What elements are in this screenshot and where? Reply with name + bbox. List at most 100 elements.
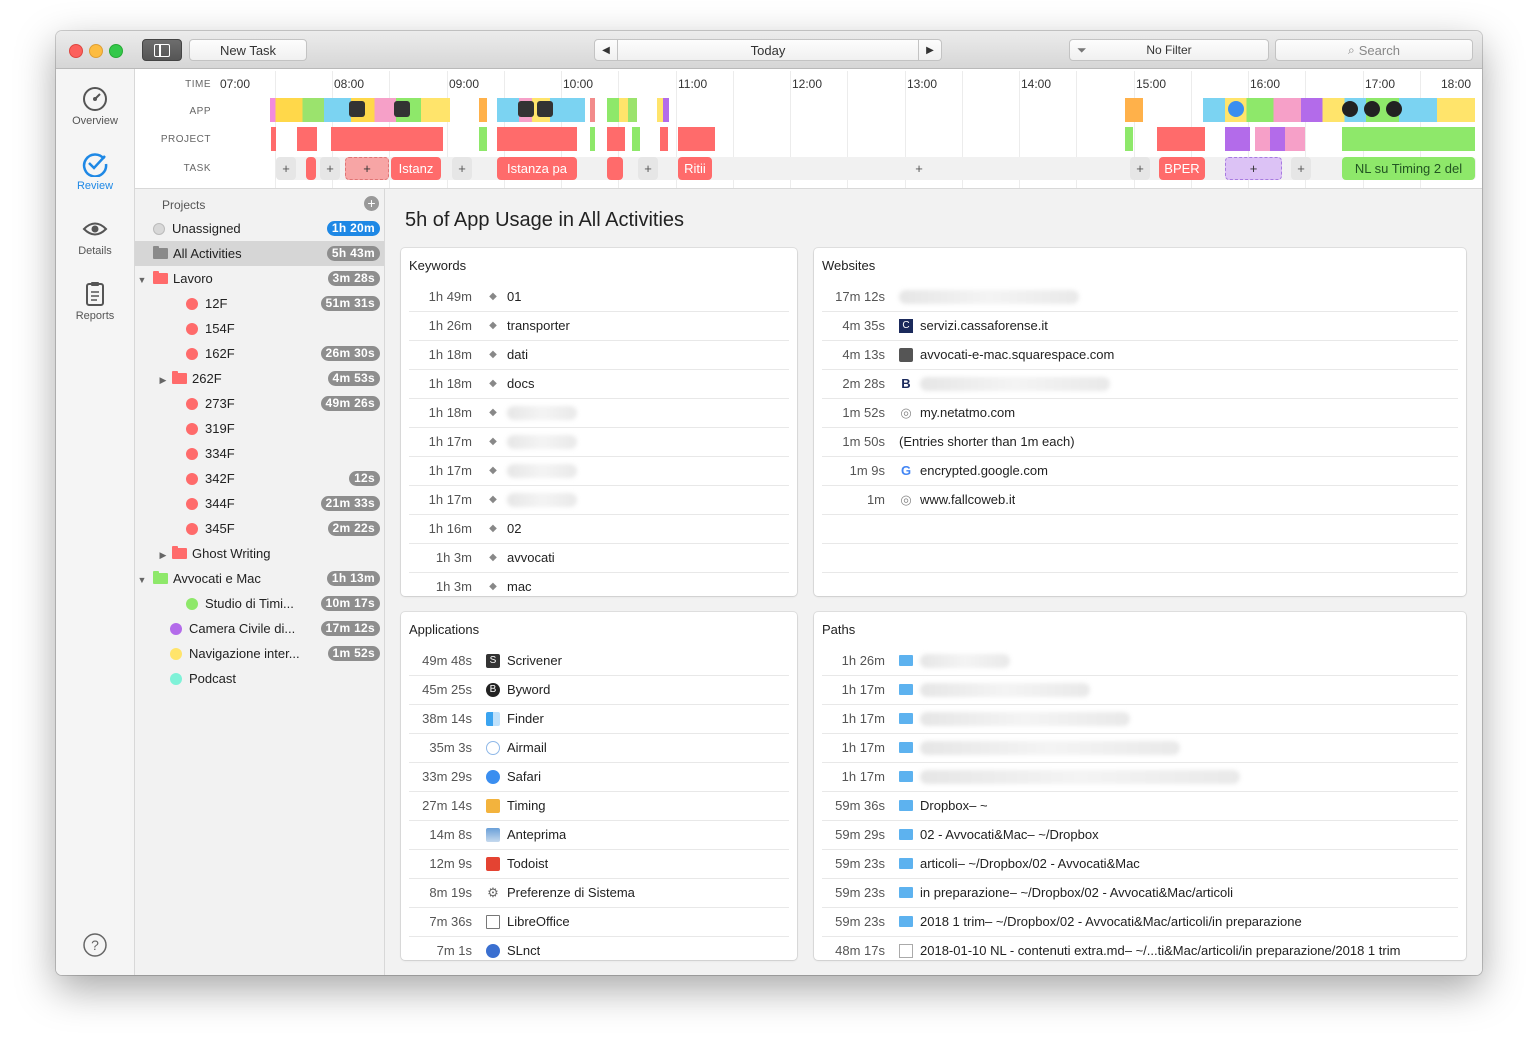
- project-row[interactable]: 334F: [135, 441, 384, 466]
- project-row[interactable]: ▼ Avvocati e Mac 1h 13m: [135, 566, 384, 591]
- app-activity-bar[interactable]: [657, 98, 669, 122]
- task-block[interactable]: [306, 157, 316, 180]
- project-row[interactable]: 162F 26m 30s: [135, 341, 384, 366]
- list-item[interactable]: 1h 17m ◆: [409, 485, 789, 515]
- nav-details[interactable]: Details: [56, 216, 134, 257]
- task-block[interactable]: Ritii: [678, 157, 712, 180]
- list-item[interactable]: 1h 3m ◆ mac: [409, 572, 789, 596]
- add-task-button[interactable]: +: [909, 157, 929, 180]
- list-item[interactable]: 1h 26m ◆ transporter: [409, 311, 789, 341]
- list-item[interactable]: 1m 50s (Entries shorter than 1m each): [822, 427, 1458, 457]
- list-item[interactable]: 59m 23s in preparazione – ~/Dropbox/02 - …: [822, 878, 1458, 908]
- project-row[interactable]: Navigazione inter... 1m 52s: [135, 641, 384, 666]
- project-activity-bar[interactable]: [678, 127, 715, 151]
- sidebar-toggle-button[interactable]: [142, 39, 182, 61]
- minimize-window-button[interactable]: [89, 44, 103, 58]
- list-item[interactable]: 1h 3m ◆ avvocati: [409, 543, 789, 573]
- project-activity-bar[interactable]: [331, 127, 443, 151]
- nav-overview[interactable]: Overview: [56, 86, 134, 127]
- project-row[interactable]: 319F: [135, 416, 384, 441]
- add-task-button[interactable]: +: [638, 157, 658, 180]
- new-task-button[interactable]: New Task: [189, 39, 307, 61]
- list-item[interactable]: 1h 18m ◆ dati: [409, 340, 789, 370]
- add-task-button[interactable]: +: [320, 157, 340, 180]
- nav-reports[interactable]: Reports: [56, 281, 134, 322]
- project-activity-bar[interactable]: [1342, 127, 1475, 151]
- task-block[interactable]: Istanza pa: [497, 157, 577, 180]
- list-item[interactable]: 1m 52s ◎ my.netatmo.com: [822, 398, 1458, 428]
- project-row[interactable]: 273F 49m 26s: [135, 391, 384, 416]
- project-activity-bar[interactable]: [479, 127, 487, 151]
- next-day-button[interactable]: ▶: [918, 39, 942, 61]
- list-item[interactable]: 12m 9s Todoist: [409, 849, 789, 879]
- project-row[interactable]: Studio di Timi... 10m 17s: [135, 591, 384, 616]
- list-item[interactable]: 17m 12s: [822, 282, 1458, 312]
- list-item[interactable]: 1h 17m ◆: [409, 427, 789, 457]
- nav-review[interactable]: Review: [56, 151, 134, 192]
- list-item[interactable]: 45m 25s B Byword: [409, 675, 789, 705]
- project-row[interactable]: ▶ Ghost Writing: [135, 541, 384, 566]
- project-activity-bar[interactable]: [1157, 127, 1205, 151]
- add-task-button[interactable]: +: [1130, 157, 1150, 180]
- list-item[interactable]: 4m 13s avvocati-e-mac.squarespace.com: [822, 340, 1458, 370]
- project-row[interactable]: ▶ 262F 4m 53s: [135, 366, 384, 391]
- list-item[interactable]: 1h 17m ◆: [409, 456, 789, 486]
- project-activity-bar[interactable]: [271, 127, 276, 151]
- timeline[interactable]: TIME APP PROJECT TASK 07:00 08:00 09:00 …: [135, 69, 1482, 189]
- project-activity-bar[interactable]: [632, 127, 640, 151]
- task-block[interactable]: Istanz: [391, 157, 441, 180]
- disclosure-triangle-icon[interactable]: ▼: [135, 271, 153, 286]
- project-activity-bar[interactable]: [590, 127, 595, 151]
- list-item[interactable]: 8m 19s ⚙ Preferenze di Sistema: [409, 878, 789, 908]
- list-item[interactable]: 4m 35s Cservizi.cassaforense.it: [822, 311, 1458, 341]
- list-item[interactable]: 14m 8s Anteprima: [409, 820, 789, 850]
- app-activity-bar[interactable]: [607, 98, 637, 122]
- list-item[interactable]: 1h 16m ◆ 02: [409, 514, 789, 544]
- list-item[interactable]: 1h 18m ◆: [409, 398, 789, 428]
- project-row[interactable]: Camera Civile di... 17m 12s: [135, 616, 384, 641]
- list-item[interactable]: 1h 26m: [822, 646, 1458, 676]
- list-item[interactable]: 1m ◎ www.fallcoweb.it: [822, 485, 1458, 515]
- close-window-button[interactable]: [69, 44, 83, 58]
- list-item[interactable]: 33m 29s Safari: [409, 762, 789, 792]
- project-row[interactable]: All Activities 5h 43m: [135, 241, 384, 266]
- filter-button[interactable]: ⏷ No Filter: [1069, 39, 1269, 61]
- list-item[interactable]: 1h 18m ◆ docs: [409, 369, 789, 399]
- disclosure-triangle-icon[interactable]: ▶: [135, 371, 170, 386]
- project-row[interactable]: 154F: [135, 316, 384, 341]
- previous-day-button[interactable]: ◀: [594, 39, 618, 61]
- list-item[interactable]: 59m 36s Dropbox – ~: [822, 791, 1458, 821]
- disclosure-triangle-icon[interactable]: ▶: [135, 546, 170, 561]
- app-activity-bar[interactable]: [479, 98, 487, 122]
- task-block[interactable]: BPER: [1159, 157, 1205, 180]
- list-item[interactable]: 1h 49m ◆ 01: [409, 282, 789, 312]
- project-activity-bar[interactable]: [1225, 127, 1250, 151]
- list-item[interactable]: 7m 36s LibreOffice: [409, 907, 789, 937]
- list-item[interactable]: 59m 29s 02 - Avvocati&Mac – ~/Dropbox: [822, 820, 1458, 850]
- list-item[interactable]: 48m 17s 2018-01-10 NL - contenuti extra.m…: [822, 936, 1458, 960]
- list-item[interactable]: 1h 17m: [822, 733, 1458, 763]
- list-item[interactable]: 1h 17m: [822, 762, 1458, 792]
- app-activity-bar[interactable]: [590, 98, 595, 122]
- add-project-button[interactable]: +: [364, 196, 379, 211]
- project-row[interactable]: 342F 12s: [135, 466, 384, 491]
- project-activity-bar[interactable]: [607, 127, 625, 151]
- project-row[interactable]: Podcast: [135, 666, 384, 691]
- zoom-window-button[interactable]: [109, 44, 123, 58]
- list-item[interactable]: 1h 17m: [822, 704, 1458, 734]
- project-activity-bar[interactable]: [497, 127, 577, 151]
- project-row[interactable]: 344F 21m 33s: [135, 491, 384, 516]
- list-item[interactable]: 27m 14s Timing: [409, 791, 789, 821]
- project-activity-bar[interactable]: [1125, 127, 1133, 151]
- list-item[interactable]: 49m 48s S Scrivener: [409, 646, 789, 676]
- list-item[interactable]: 35m 3s Airmail: [409, 733, 789, 763]
- list-item[interactable]: 2m 28s B: [822, 369, 1458, 399]
- list-item[interactable]: 1h 17m: [822, 675, 1458, 705]
- add-task-button[interactable]: +: [452, 157, 472, 180]
- project-activity-bar[interactable]: [1255, 127, 1305, 151]
- project-activity-bar[interactable]: [660, 127, 668, 151]
- disclosure-triangle-icon[interactable]: ▼: [135, 571, 153, 586]
- add-task-button[interactable]: +: [1291, 157, 1311, 180]
- list-item[interactable]: 59m 23s 2018 1 trim – ~/Dropbox/02 - Avvo…: [822, 907, 1458, 937]
- task-block[interactable]: [607, 157, 623, 180]
